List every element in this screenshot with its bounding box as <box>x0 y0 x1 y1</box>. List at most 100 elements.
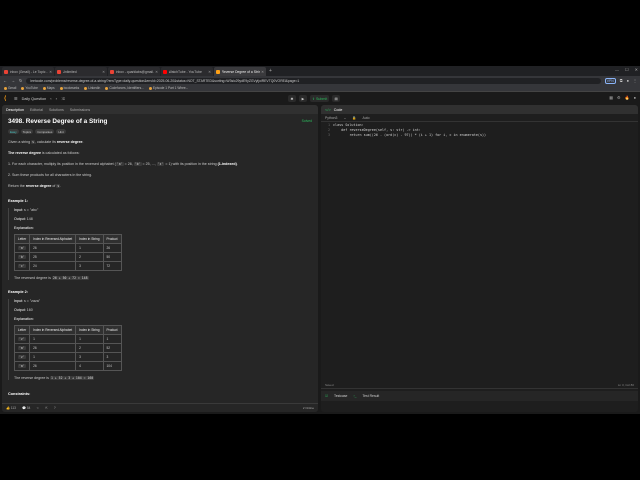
maximize-icon[interactable]: ☐ <box>625 67 629 72</box>
close-icon[interactable]: ✕ <box>208 70 211 74</box>
close-icon[interactable]: ✕ <box>261 70 264 74</box>
bookmark[interactable]: LinkedIn <box>84 86 100 90</box>
menu-icon[interactable]: ⋮ <box>633 78 637 83</box>
chevron-down-icon[interactable]: ⌄ <box>343 116 346 120</box>
streak-icon[interactable]: 🔥 <box>625 95 630 100</box>
table-cell: 26 <box>29 361 77 371</box>
line-number: 2 <box>327 128 330 133</box>
browser-tab[interactable]: WatchTube - YouTube ✕ <box>161 67 213 76</box>
comments-button[interactable]: 💬 54 <box>22 406 30 410</box>
topics-chip[interactable]: Topics <box>20 129 34 134</box>
close-icon[interactable]: ✕ <box>102 70 105 74</box>
url-input[interactable]: leetcode.com/problems/reverse-degree-of-… <box>26 77 601 84</box>
bookmark[interactable]: YouTube <box>21 86 38 90</box>
run-button[interactable]: ▶ <box>299 95 307 102</box>
extensions-icon[interactable]: ⧉ <box>620 78 623 83</box>
bookmark[interactable]: Gmail <box>4 86 16 90</box>
browser-tab[interactable]: Inbox - quarklabs@gmail.com ✕ <box>108 67 160 76</box>
browser-tab-label: Inbox (Gmail) - Le Topic - Gmail <box>9 69 48 74</box>
browser-tab-bar: Inbox (Gmail) - Le Topic - Gmail ✕ Unlim… <box>0 66 640 76</box>
settings-icon[interactable]: ⚙ <box>617 95 621 100</box>
minimize-icon[interactable]: — <box>615 67 619 72</box>
example-2: Input: s = "zaza" Output: 160 Explanatio… <box>8 299 312 380</box>
reload-icon[interactable]: ↻ <box>19 78 22 83</box>
notes-button[interactable]: ▤ <box>332 95 341 102</box>
notes-icon: ▤ <box>334 96 338 101</box>
star-icon[interactable]: ☆ <box>36 406 39 410</box>
tab-description[interactable]: Description <box>6 108 24 112</box>
leetcode-logo-icon[interactable]: ⟨ <box>4 96 10 102</box>
list-icon[interactable]: ☰ <box>14 96 18 101</box>
share-icon[interactable]: ⇱ <box>45 406 48 410</box>
new-tab-icon[interactable]: + <box>269 68 272 74</box>
tab-submissions[interactable]: Submissions <box>70 108 90 112</box>
bookmark[interactable]: Codeforces, Identifiers... <box>105 86 144 90</box>
example-2-table: Letter Index in Reversed Alphabet Index … <box>13 325 122 371</box>
close-icon[interactable]: ✕ <box>155 70 158 74</box>
table-header: Index in Reversed Alphabet <box>29 234 77 244</box>
lock-icon: 🔒 <box>352 115 357 120</box>
table-cell: 2 <box>75 343 104 353</box>
submit-button[interactable]: ⇪ Submit <box>310 95 330 102</box>
back-icon[interactable]: ← <box>3 78 7 83</box>
tab-editorial[interactable]: Editorial <box>30 108 43 112</box>
browser-tab[interactable]: Inbox (Gmail) - Le Topic - Gmail ✕ <box>2 67 54 76</box>
bookmark[interactable]: Maps <box>42 86 55 90</box>
debug-button[interactable]: ✱ <box>288 95 296 102</box>
table-cell: 25 <box>29 252 77 262</box>
editor-status: Saved Ln 3, Col 80 <box>321 382 638 389</box>
shuffle-icon[interactable]: ⤨ <box>61 96 64 101</box>
language-select[interactable]: Python3 <box>325 116 337 120</box>
line-number: 3 <box>327 132 330 137</box>
next-icon[interactable]: › <box>56 96 57 101</box>
like-button[interactable]: 👍 113 <box>6 406 16 410</box>
code-editor[interactable]: 1 class Solution: 2 def reverseDegree(se… <box>321 123 638 378</box>
companies-chip[interactable]: Companies <box>35 129 55 134</box>
table-header: Index in Reversed Alphabet <box>29 325 77 335</box>
layout-icon[interactable]: ▦ <box>609 95 613 100</box>
table-cell: 1 <box>102 334 122 344</box>
table-header: Index in String <box>75 325 104 335</box>
prev-icon[interactable]: ‹ <box>50 96 51 101</box>
browser-tab[interactable]: Unlimited ✕ <box>55 67 107 76</box>
browser-tab-label: WatchTube - YouTube <box>168 69 202 74</box>
bookmark-icon <box>42 86 46 90</box>
table-cell: 3 <box>75 261 104 271</box>
bookmark-icon <box>59 86 63 90</box>
save-status: Saved <box>325 383 334 387</box>
table-cell: 26 <box>29 343 77 353</box>
example-explanation: Explanation: <box>14 317 34 321</box>
table-header: Letter <box>13 234 31 244</box>
tab-solutions[interactable]: Solutions <box>49 108 64 112</box>
browser-tab-active[interactable]: Reverse Degree of a String - LeetCode ✕ <box>214 67 266 76</box>
tab-code[interactable]: Code <box>334 108 343 112</box>
table-cell: 'a' <box>13 361 31 371</box>
bookmark[interactable]: bookmarks <box>59 86 79 90</box>
table-cell: 'z' <box>13 334 31 344</box>
tab-test-result[interactable]: Test Result <box>362 394 379 398</box>
problem-title[interactable]: 3498. Reverse Degree of a String <box>8 118 312 125</box>
description-tabs: Description Editorial Solutions Submissi… <box>2 105 318 114</box>
hint-chip[interactable]: Hint <box>56 129 66 134</box>
profile-icon[interactable]: ● <box>627 78 629 83</box>
vpn-badge[interactable]: VPN <box>604 77 616 84</box>
code-text: def reverseDegree(self, s: str) -> int: <box>333 128 421 133</box>
bookmark[interactable]: Episode 1 Part 1 Whee... <box>148 86 188 90</box>
avatar[interactable]: ● <box>634 95 636 100</box>
bookmarks-bar: Gmail YouTube Maps bookmarks LinkedIn Co… <box>0 85 640 92</box>
right-nav-controls: ▦ ⚙ 🔥 ● <box>609 95 636 100</box>
tab-testcase[interactable]: Testcase <box>334 394 347 398</box>
example-1: Input: s = "abc" Output: 148 Explanation… <box>8 208 312 280</box>
language-bar: Python3 ⌄ 🔒 Auto <box>321 114 638 122</box>
problem-definition: The reverse degree is calculated as foll… <box>8 151 80 155</box>
problem-chips: Easy Topics Companies Hint <box>8 129 312 134</box>
daily-question-link[interactable]: Daily Question <box>22 97 47 101</box>
help-icon[interactable]: ? <box>54 406 56 410</box>
code-line: 3 return sum((26 - (ord(c) - 97)) * (i +… <box>321 133 638 138</box>
letterbox-top <box>0 0 640 66</box>
close-icon[interactable]: ✕ <box>49 70 52 74</box>
bookmark-icon <box>84 86 88 90</box>
close-window-icon[interactable]: ✕ <box>635 67 638 72</box>
forward-icon[interactable]: → <box>11 78 15 83</box>
problem-intro: Given a string s, calculate its reverse … <box>8 140 84 144</box>
